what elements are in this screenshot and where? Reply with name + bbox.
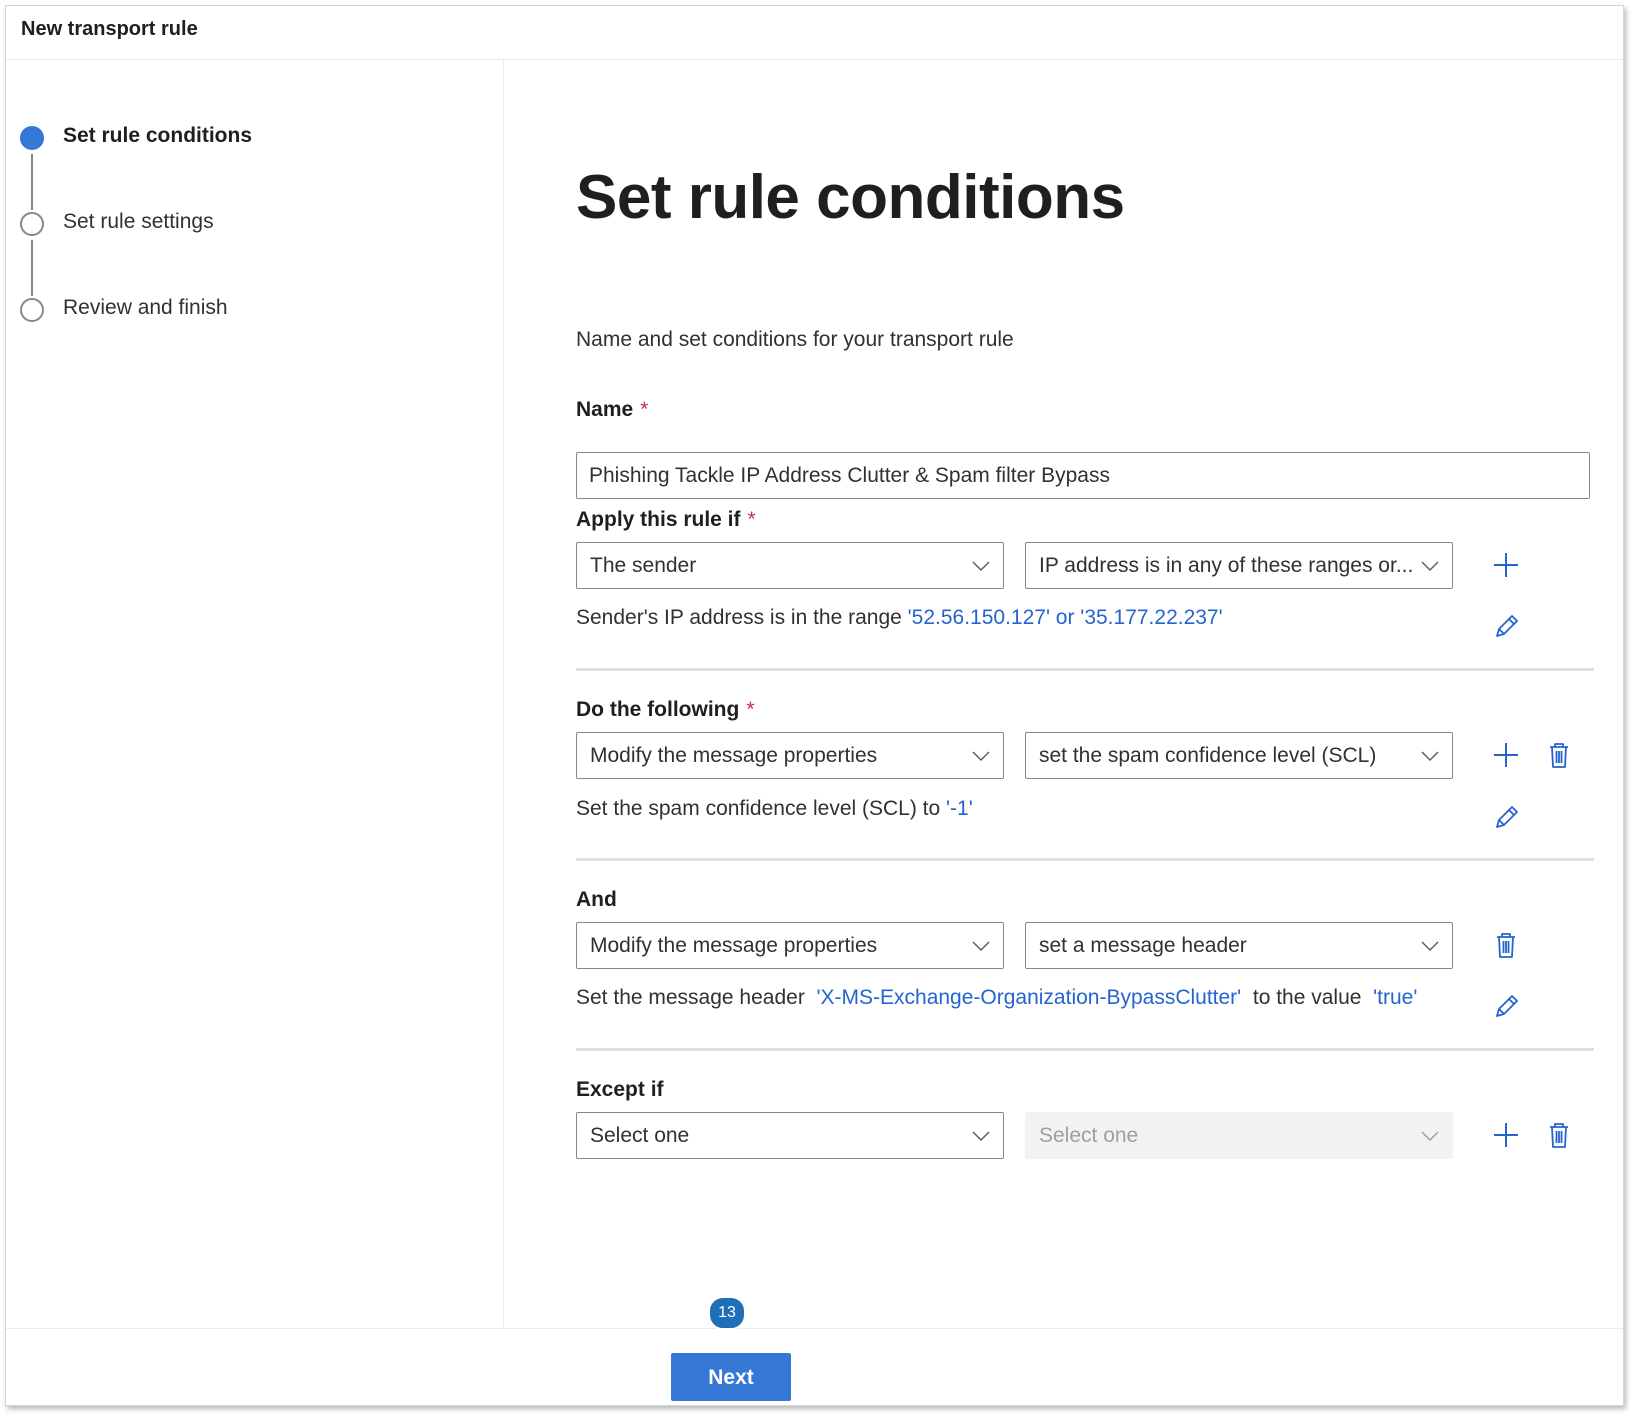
and-action-description: Set the message header 'X-MS-Exchange-Or… (576, 986, 1417, 1010)
action-description: Set the spam confidence level (SCL) to '… (576, 797, 973, 821)
description-text: Sender's IP address is in the range (576, 606, 908, 629)
step-label: Review and finish (63, 296, 228, 319)
apply-rule-if-label: Apply this rule if * (576, 508, 756, 532)
step-pending-indicator-icon (20, 298, 44, 322)
section-divider (576, 1048, 1594, 1051)
step-number-badge: 13 (708, 1296, 746, 1330)
trash-icon (1550, 1123, 1568, 1148)
dropdown-value: set the spam confidence level (SCL) (1039, 744, 1377, 767)
header-value-link[interactable]: 'true' (1373, 986, 1417, 1009)
title-bar: New transport rule (6, 6, 1623, 60)
and-action-type-dropdown[interactable]: set a message header (1025, 922, 1453, 969)
edit-condition-button[interactable] (1490, 611, 1522, 643)
apply-condition-dropdown[interactable]: The sender (576, 542, 1004, 589)
add-condition-button[interactable] (1490, 549, 1522, 581)
chevron-down-icon (1421, 941, 1439, 952)
wizard-steps-panel: Set rule conditions Set rule settings Re… (6, 60, 504, 1328)
edit-and-action-button[interactable] (1490, 991, 1522, 1023)
apply-condition-description: Sender's IP address is in the range '52.… (576, 606, 1223, 630)
trash-icon (1497, 933, 1515, 958)
description-text: Set the message header (576, 986, 811, 1009)
wizard-footer: Next (6, 1328, 1623, 1405)
chevron-down-icon (972, 941, 990, 952)
name-label-text: Name (576, 398, 634, 421)
page-subtitle: Name and set conditions for your transpo… (576, 328, 1014, 351)
apply-rule-if-label-text: Apply this rule if (576, 508, 741, 531)
header-name-link[interactable]: 'X-MS-Exchange-Organization-BypassClutte… (817, 986, 1242, 1009)
exception-condition-dropdown[interactable]: Select one (576, 1112, 1004, 1159)
action-category-dropdown[interactable]: Modify the message properties (576, 732, 1004, 779)
step-label: Set rule conditions (63, 124, 253, 147)
required-mark: * (747, 508, 756, 531)
delete-action-button[interactable] (1543, 739, 1575, 771)
section-divider (576, 858, 1594, 861)
step-label: Set rule settings (63, 210, 214, 233)
dropdown-value: set a message header (1039, 934, 1247, 957)
pencil-icon (1496, 806, 1518, 828)
page-title: Set rule conditions (576, 163, 1125, 232)
transport-rule-window: New transport rule Set rule conditions S… (5, 5, 1624, 1406)
delete-exception-button[interactable] (1543, 1119, 1575, 1151)
and-action-category-dropdown[interactable]: Modify the message properties (576, 922, 1004, 969)
plus-icon (1494, 1123, 1518, 1147)
pencil-icon (1496, 995, 1518, 1017)
chevron-down-icon (1421, 751, 1439, 762)
pencil-icon (1496, 615, 1518, 637)
do-following-label-text: Do the following (576, 698, 740, 721)
chevron-down-icon (972, 561, 990, 572)
add-exception-button[interactable] (1490, 1119, 1522, 1151)
dropdown-value: The sender (590, 554, 697, 577)
edit-action-button[interactable] (1490, 802, 1522, 834)
and-label: And (576, 888, 617, 911)
except-if-label: Except if (576, 1078, 664, 1101)
plus-icon (1494, 743, 1518, 767)
add-action-button[interactable] (1490, 739, 1522, 771)
next-button[interactable]: Next (671, 1353, 791, 1401)
required-mark: * (746, 698, 755, 721)
required-mark: * (640, 398, 649, 421)
rule-name-input[interactable] (576, 452, 1590, 499)
delete-and-action-button[interactable] (1490, 929, 1522, 961)
step-connector (31, 154, 33, 210)
step-pending-indicator-icon (20, 212, 44, 236)
action-type-dropdown[interactable]: set the spam confidence level (SCL) (1025, 732, 1453, 779)
dropdown-value: IP address is in any of these ranges or.… (1039, 554, 1412, 577)
apply-predicate-dropdown[interactable]: IP address is in any of these ranges or.… (1025, 542, 1453, 589)
window-title: New transport rule (21, 18, 198, 40)
do-following-label: Do the following * (576, 698, 755, 722)
trash-icon (1550, 743, 1568, 768)
chevron-down-icon (1421, 561, 1439, 572)
rule-conditions-form: Set rule conditions Name and set conditi… (504, 60, 1623, 1328)
dropdown-value: Select one (590, 1124, 690, 1147)
step-active-indicator-icon (20, 126, 44, 150)
dropdown-value: Modify the message properties (590, 934, 878, 957)
name-label: Name * (576, 398, 648, 422)
ip-range-link[interactable]: '52.56.150.127' or '35.177.22.237' (908, 606, 1223, 629)
plus-icon (1494, 553, 1518, 577)
description-text: to the value (1247, 986, 1368, 1009)
dropdown-value: Modify the message properties (590, 744, 878, 767)
step-connector (31, 240, 33, 296)
exception-predicate-dropdown: Select one (1025, 1112, 1453, 1159)
section-divider (576, 668, 1594, 671)
chevron-down-icon (1421, 1131, 1439, 1142)
chevron-down-icon (972, 1131, 990, 1142)
description-text: Set the spam confidence level (SCL) to (576, 797, 947, 820)
dropdown-value: Select one (1039, 1124, 1139, 1147)
chevron-down-icon (972, 751, 990, 762)
scl-value-link[interactable]: '-1' (946, 797, 973, 820)
